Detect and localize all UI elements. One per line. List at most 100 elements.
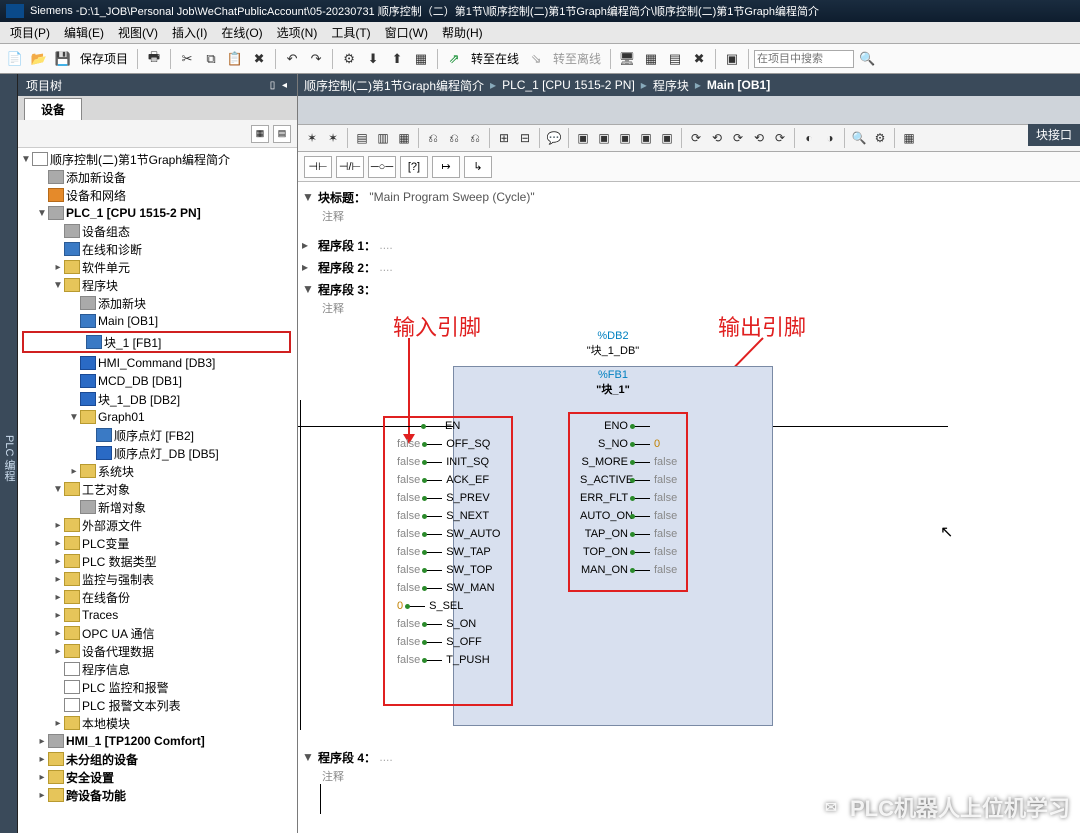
node-plc[interactable]: PLC_1 [CPU 1515-2 PN] (66, 206, 201, 220)
menu-insert[interactable]: 插入(I) (166, 22, 213, 43)
go-offline-icon[interactable]: ⇘ (525, 48, 547, 70)
sim-icon[interactable]: ▦ (410, 48, 432, 70)
tb-icon-b[interactable]: ▦ (640, 48, 662, 70)
node-db3[interactable]: HMI_Command [DB3] (98, 356, 215, 370)
et-icon[interactable]: ⎌ (444, 128, 464, 148)
et-icon[interactable]: 🔍 (849, 128, 869, 148)
et-icon[interactable]: ✶ (323, 128, 343, 148)
output-pin-S_MORE[interactable]: S_MOREfalse (576, 456, 681, 468)
et-icon[interactable]: ⟲ (749, 128, 769, 148)
node-addblock[interactable]: 添加新块 (98, 295, 146, 312)
copy-icon[interactable]: ⧉ (200, 48, 222, 70)
input-pin-SW_MAN[interactable]: falseSW_MAN (393, 582, 499, 594)
tree-btn-2[interactable]: ▤ (273, 125, 291, 143)
node-opc[interactable]: OPC UA 通信 (82, 625, 155, 642)
node-local[interactable]: 本地模块 (82, 715, 130, 732)
sidetab-plc-programming[interactable]: PLC 编程 (0, 74, 18, 833)
et-icon[interactable]: ⟲ (707, 128, 727, 148)
input-pin-SW_AUTO[interactable]: falseSW_AUTO (393, 528, 504, 540)
node-db5[interactable]: 顺序点灯_DB [DB5] (114, 445, 219, 462)
lad-coil[interactable]: ─○─ (368, 156, 396, 178)
node-db1[interactable]: MCD_DB [DB1] (98, 374, 182, 388)
menu-window[interactable]: 窗口(W) (379, 22, 434, 43)
bc-0[interactable]: 顺序控制(二)第1节Graph编程简介 (304, 77, 484, 94)
et-icon[interactable]: ▣ (594, 128, 614, 148)
node-root[interactable]: 顺序控制(二)第1节Graph编程简介 (50, 151, 230, 168)
tb-icon-d[interactable]: ✖ (688, 48, 710, 70)
input-pin-S_PREV[interactable]: falseS_PREV (393, 492, 494, 504)
node-ext[interactable]: 外部源文件 (82, 517, 142, 534)
node-watch[interactable]: 监控与强制表 (82, 571, 154, 588)
tb-icon-c[interactable]: ▤ (664, 48, 686, 70)
search-icon[interactable]: 🔍 (856, 48, 878, 70)
et-icon[interactable]: ⟳ (728, 128, 748, 148)
et-icon[interactable]: ▦ (394, 128, 414, 148)
et-icon[interactable]: ▥ (373, 128, 393, 148)
bc-2[interactable]: 程序块 (653, 77, 689, 94)
lad-contact-no[interactable]: ⊣⊢ (304, 156, 332, 178)
open-project-icon[interactable]: 📂 (28, 48, 50, 70)
node-fb1[interactable]: 块_1 [FB1] (104, 334, 161, 351)
node-devnet[interactable]: 设备和网络 (66, 187, 126, 204)
input-pin-S_NEXT[interactable]: falseS_NEXT (393, 510, 493, 522)
input-pin-T_PUSH[interactable]: falseT_PUSH (393, 654, 494, 666)
node-types[interactable]: PLC 数据类型 (82, 553, 157, 570)
compile-icon[interactable]: ⚙ (338, 48, 360, 70)
input-pin-ACK_EF[interactable]: falseACK_EF (393, 474, 493, 486)
seg4-label[interactable]: 程序段 4： (318, 749, 376, 766)
et-icon[interactable]: ⟳ (770, 128, 790, 148)
node-db2[interactable]: 块_1_DB [DB2] (98, 391, 180, 408)
print-icon[interactable]: 🖶 (143, 48, 165, 70)
node-blocks[interactable]: 程序块 (82, 277, 118, 294)
node-backup[interactable]: 在线备份 (82, 589, 130, 606)
node-tech[interactable]: 工艺对象 (82, 481, 130, 498)
node-alarm[interactable]: PLC 报警文本列表 (82, 697, 181, 714)
node-sec[interactable]: 安全设置 (66, 769, 114, 786)
upload-icon[interactable]: ⬆ (386, 48, 408, 70)
menu-options[interactable]: 选项(N) (271, 22, 324, 43)
node-graph01[interactable]: Graph01 (98, 410, 145, 424)
et-icon[interactable]: ⚙ (870, 128, 890, 148)
menu-tools[interactable]: 工具(T) (325, 22, 376, 43)
et-icon[interactable]: ⟳ (686, 128, 706, 148)
network-canvas[interactable]: ▼块标题： "Main Program Sweep (Cycle)" 注释 ▸程… (298, 182, 1080, 833)
node-sw[interactable]: 软件单元 (82, 259, 130, 276)
project-search-input[interactable] (754, 50, 854, 68)
menu-project[interactable]: 项目(P) (4, 22, 56, 43)
et-icon[interactable]: ⊞ (494, 128, 514, 148)
et-icon[interactable]: ✶ (302, 128, 322, 148)
save-icon[interactable]: 💾 (52, 48, 74, 70)
tb-icon-e[interactable]: ▣ (721, 48, 743, 70)
node-mon[interactable]: PLC 监控和报警 (82, 679, 169, 696)
delete-icon[interactable]: ✖ (248, 48, 270, 70)
lad-contact-nc[interactable]: ⊣/⊢ (336, 156, 364, 178)
lad-box[interactable]: [?] (400, 156, 428, 178)
tree-title-controls[interactable]: ▯ ◂ (270, 80, 289, 91)
et-icon[interactable]: ▣ (657, 128, 677, 148)
input-pin-SW_TOP[interactable]: falseSW_TOP (393, 564, 497, 576)
lad-branch2[interactable]: ↳ (464, 156, 492, 178)
node-addobj[interactable]: 新增对象 (98, 499, 146, 516)
undo-icon[interactable]: ↶ (281, 48, 303, 70)
save-project-label[interactable]: 保存项目 (76, 50, 132, 67)
paste-icon[interactable]: 📋 (224, 48, 246, 70)
input-pin-INIT_SQ[interactable]: falseINIT_SQ (393, 456, 493, 468)
node-sys[interactable]: 系统块 (98, 463, 134, 480)
node-ungrp[interactable]: 未分组的设备 (66, 751, 138, 768)
download-icon[interactable]: ⬇ (362, 48, 384, 70)
seg1-label[interactable]: 程序段 1： (318, 237, 376, 254)
node-hmi[interactable]: HMI_1 [TP1200 Comfort] (66, 734, 205, 748)
et-icon[interactable]: ▤ (352, 128, 372, 148)
output-pin-AUTO_ON[interactable]: AUTO_ONfalse (576, 510, 681, 522)
input-pin-S_ON[interactable]: falseS_ON (393, 618, 480, 630)
tree-body[interactable]: ▼顺序控制(二)第1节Graph编程简介 添加新设备 设备和网络 ▼PLC_1 … (18, 148, 297, 833)
et-icon[interactable]: ⊟ (515, 128, 535, 148)
et-icon[interactable]: 💬 (544, 128, 564, 148)
device-tab[interactable]: 设备 (24, 98, 82, 120)
seg2-label[interactable]: 程序段 2： (318, 259, 376, 276)
input-pin-S_SEL[interactable]: 0S_SEL (393, 600, 467, 612)
node-cross[interactable]: 跨设备功能 (66, 787, 126, 804)
seg3-label[interactable]: 程序段 3： (318, 281, 376, 298)
new-project-icon[interactable]: 📄 (4, 48, 26, 70)
et-icon[interactable]: ▣ (615, 128, 635, 148)
